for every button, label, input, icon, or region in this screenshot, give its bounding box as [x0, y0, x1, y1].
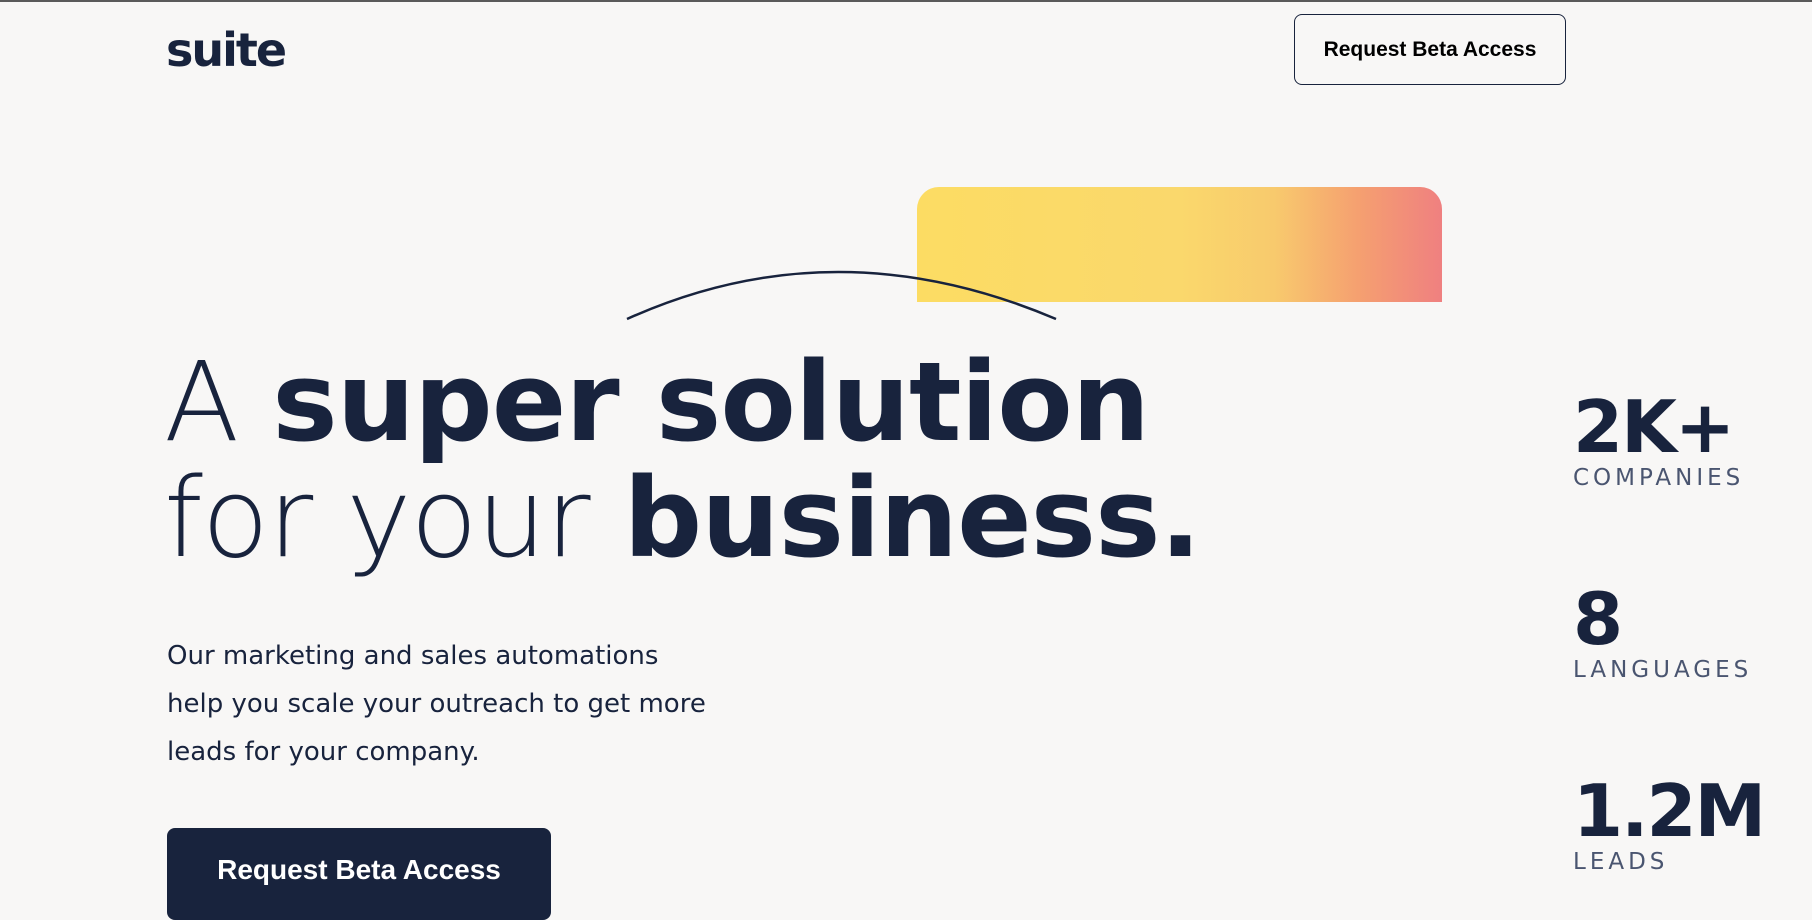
stat-languages: 8 LANGUAGES: [1573, 583, 1752, 683]
stat-label: COMPANIES: [1573, 465, 1745, 491]
request-beta-access-cta-button[interactable]: Request Beta Access: [167, 828, 551, 920]
stat-value: 2K+: [1573, 385, 1735, 469]
stat-label: LANGUAGES: [1573, 657, 1753, 683]
stat-leads: 1.2M LEADS: [1573, 769, 1766, 875]
hero-description: Our marketing and sales automations help…: [167, 641, 706, 767]
hero-headline: A super solution for your business.: [164, 344, 1201, 576]
logo[interactable]: suite: [166, 22, 287, 78]
stat-value: 1.2M: [1573, 769, 1766, 853]
top-border: [0, 0, 1812, 2]
headline-line1-light: A: [164, 338, 273, 466]
stat-companies: 2K+ COMPANIES: [1573, 391, 1744, 491]
headline-line2-bold: business.: [623, 454, 1202, 582]
headline-line2-light: for your: [164, 454, 624, 582]
request-beta-access-nav-button[interactable]: Request Beta Access: [1294, 14, 1566, 85]
decorative-arc: [626, 270, 1057, 321]
headline-line1-bold: super solution: [272, 338, 1150, 466]
stat-value: 8: [1573, 577, 1623, 661]
